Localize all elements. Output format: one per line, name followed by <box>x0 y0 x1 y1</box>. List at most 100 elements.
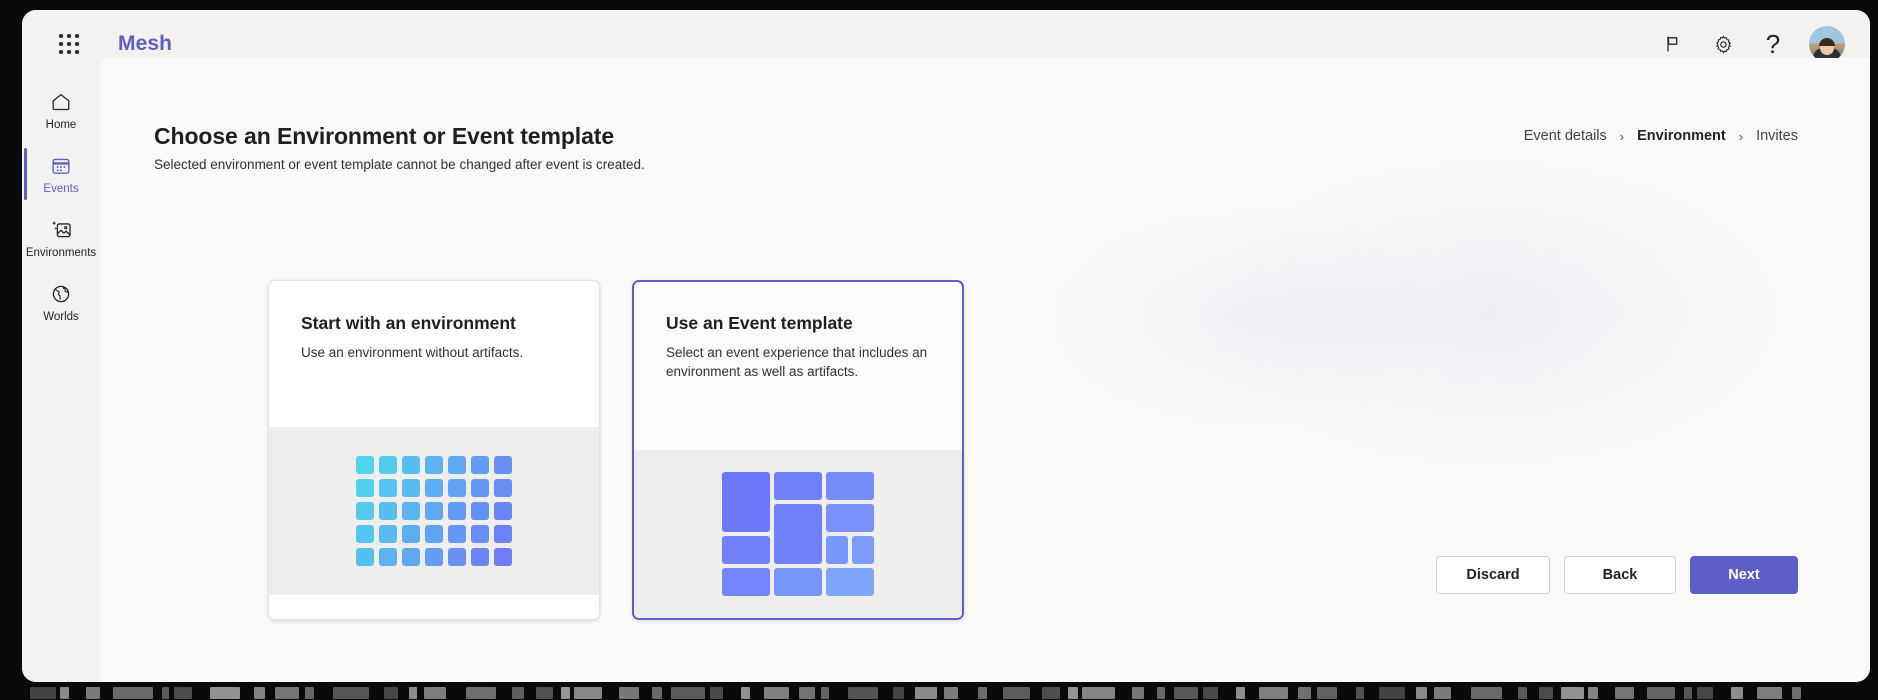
taskbar-speckle <box>1132 687 1144 699</box>
taskbar-speckle <box>671 687 705 699</box>
taskbar-speckle <box>60 687 69 699</box>
footer-actions: Discard Back Next <box>1436 556 1798 594</box>
taskbar-speckle <box>1356 687 1364 699</box>
sidebar-item-label: Events <box>43 182 79 195</box>
card-text: Use an Event template Select an event ex… <box>634 282 962 381</box>
grid-tile <box>378 524 398 544</box>
discard-button[interactable]: Discard <box>1436 556 1550 594</box>
page-header: Choose an Environment or Event template … <box>154 123 645 172</box>
breadcrumb-step-environment[interactable]: Environment <box>1637 128 1726 144</box>
taskbar-speckle <box>424 687 446 699</box>
gear-icon <box>1715 35 1731 53</box>
grid-tile <box>470 478 490 498</box>
grid-tile <box>447 501 467 521</box>
waffle-icon <box>59 34 79 54</box>
card-text: Start with an environment Use an environ… <box>269 281 599 362</box>
mosaic-tile <box>773 472 823 501</box>
grid-tile <box>355 524 375 544</box>
back-button[interactable]: Back <box>1564 556 1676 594</box>
taskbar-speckle <box>574 687 602 699</box>
flag-icon <box>1667 36 1678 52</box>
grid-tile <box>378 478 398 498</box>
taskbar-speckle <box>1561 687 1584 699</box>
taskbar-speckle <box>275 687 299 699</box>
taskbar-speckle <box>893 687 904 699</box>
grid-tile <box>355 455 375 475</box>
sidebar-rail: Home Events Environments Worlds <box>22 78 100 682</box>
taskbar-speckle <box>619 687 639 699</box>
taskbar-speckle <box>848 687 878 699</box>
sidebar-item-events[interactable]: Events <box>22 142 100 206</box>
taskbar-speckle <box>741 687 750 699</box>
app-title: Mesh <box>118 32 173 55</box>
chevron-right-icon: › <box>1738 128 1744 144</box>
grid-tile <box>378 501 398 521</box>
taskbar-speckle <box>466 687 496 699</box>
grid-tile <box>447 455 467 475</box>
taskbar-speckle <box>1317 687 1337 699</box>
grid-tile <box>493 501 513 521</box>
mosaic-tile <box>825 567 874 596</box>
app-launcher-button[interactable] <box>45 20 93 68</box>
taskbar-speckle <box>1174 687 1198 699</box>
grid-tile <box>447 524 467 544</box>
home-icon <box>50 89 72 115</box>
card-start-with-environment[interactable]: Start with an environment Use an environ… <box>268 280 600 620</box>
taskbar-speckle <box>305 687 314 699</box>
grid-tile <box>447 478 467 498</box>
taskbar-speckle <box>1471 687 1502 699</box>
taskbar-speckle <box>978 687 987 699</box>
mosaic-tile <box>773 503 823 565</box>
grid-tile <box>355 478 375 498</box>
taskbar-speckle <box>1588 687 1598 699</box>
next-button[interactable]: Next <box>1690 556 1798 594</box>
taskbar-speckle <box>1298 687 1311 699</box>
taskbar-speckle <box>1082 687 1115 699</box>
taskbar-speckle <box>799 687 815 699</box>
mosaic-tile <box>825 503 874 533</box>
taskbar-speckle <box>86 687 100 699</box>
taskbar-speckle <box>409 687 417 699</box>
breadcrumb-step-invites[interactable]: Invites <box>1756 128 1798 144</box>
taskbar-speckle <box>1792 687 1801 699</box>
card-title: Start with an environment <box>301 313 516 333</box>
sidebar-item-home[interactable]: Home <box>22 78 100 142</box>
grid-tile <box>493 455 513 475</box>
taskbar-speckle <box>915 687 937 699</box>
taskbar-speckle <box>1157 687 1165 699</box>
grid-tile <box>493 547 513 567</box>
page-title: Choose an Environment or Event template <box>154 123 615 149</box>
taskbar-speckle <box>1434 687 1451 699</box>
taskbar-speckle <box>1203 687 1218 699</box>
taskbar-speckle <box>1731 687 1743 699</box>
taskbar-speckle <box>1379 687 1405 699</box>
grid-tile <box>355 547 375 567</box>
grid-tile <box>447 547 467 567</box>
template-mosaic-illustration <box>634 450 962 618</box>
avatar[interactable] <box>1809 26 1845 62</box>
mosaic-tile <box>773 567 823 596</box>
mosaic-tile <box>825 472 874 501</box>
card-title: Use an Event template <box>666 313 853 333</box>
taskbar-speckle <box>333 687 369 699</box>
breadcrumb-step-event-details[interactable]: Event details <box>1524 128 1607 144</box>
taskbar-speckle <box>710 687 723 699</box>
taskbar-speckle <box>174 687 192 699</box>
taskbar-speckle <box>764 687 789 699</box>
image-sparkle-icon <box>50 217 73 243</box>
taskbar-speckle <box>113 687 153 699</box>
sidebar-item-worlds[interactable]: Worlds <box>22 270 100 334</box>
grid-tile <box>424 455 444 475</box>
taskbar-speckle <box>536 687 553 699</box>
card-use-event-template[interactable]: Use an Event template Select an event ex… <box>632 280 964 620</box>
card-description: Select an event experience that includes… <box>666 345 928 379</box>
grid-art <box>355 455 513 567</box>
taskbar-speckle <box>30 687 56 699</box>
taskbar-speckle <box>1259 687 1288 699</box>
sidebar-item-environments[interactable]: Environments <box>22 206 100 270</box>
grid-tile <box>424 524 444 544</box>
taskbar-speckle <box>1757 687 1782 699</box>
grid-tile <box>493 478 513 498</box>
mosaic-tile <box>722 567 771 596</box>
card-description: Use an environment without artifacts. <box>301 345 524 360</box>
